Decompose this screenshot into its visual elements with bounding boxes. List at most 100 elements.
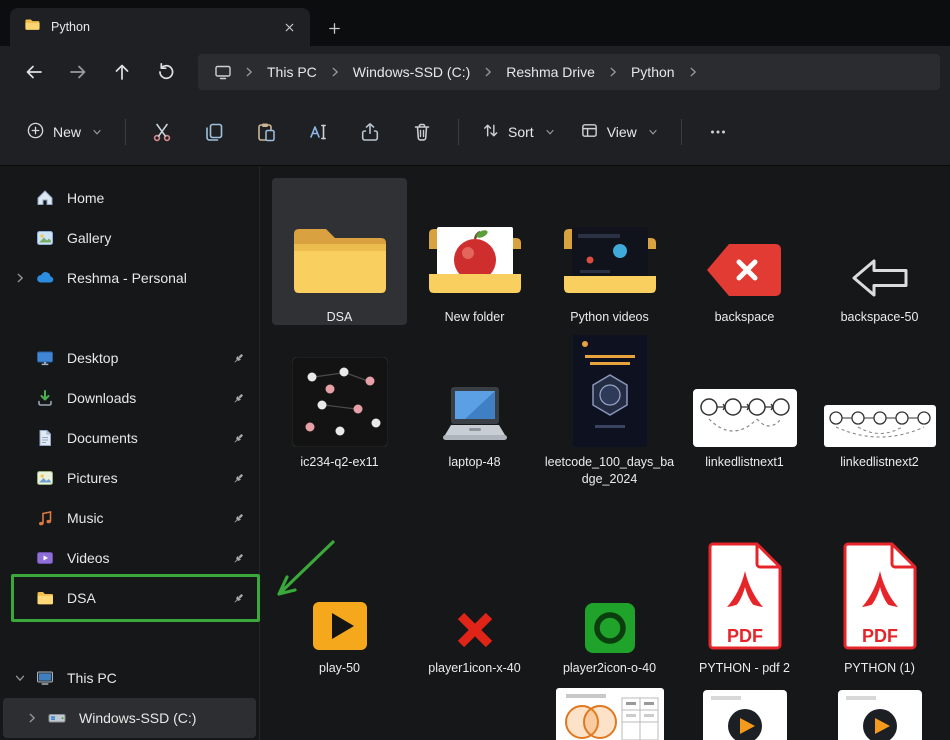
sidebar-separator <box>0 298 259 338</box>
forward-button[interactable] <box>56 53 100 91</box>
file-tile-python-videos[interactable]: Python videos <box>542 178 677 325</box>
file-tile-backspace[interactable]: backspace <box>677 178 812 325</box>
copy-button[interactable] <box>191 113 237 151</box>
file-name: backspace-50 <box>839 309 921 325</box>
sidebar-item-music[interactable]: Music <box>3 498 256 538</box>
chevron-right-icon <box>326 65 344 79</box>
file-tile-ic234-q2-ex11[interactable]: ic234-q2-ex11 <box>272 335 407 487</box>
file-tile-playpage[interactable] <box>812 688 947 740</box>
diagram2-thumbnail <box>812 335 947 447</box>
file-tile-python-pdf-2[interactable]: PDFPYTHON - pdf 2 <box>677 537 812 676</box>
breadcrumb-windows-ssd-c[interactable]: Windows-SSD (C:) <box>344 60 479 84</box>
venn-thumbnail <box>542 688 677 740</box>
new-tab-button[interactable] <box>316 10 352 46</box>
file-tile-playpage[interactable] <box>677 688 812 740</box>
file-name: leetcode_100_days_badge_2024 <box>542 454 677 487</box>
file-tile-python-1[interactable]: PDF PYTHON (1) <box>812 537 947 676</box>
tab-close-button[interactable] <box>276 14 302 40</box>
paste-button[interactable] <box>243 113 289 151</box>
sort-button[interactable]: Sort <box>469 113 568 151</box>
sort-button-label: Sort <box>508 124 534 140</box>
arrow-left-thumbnail <box>812 178 947 302</box>
new-button-label: New <box>53 124 81 140</box>
refresh-button[interactable] <box>144 53 188 91</box>
breadcrumb: This PC Windows-SSD (C:) Reshma Drive Pytho… <box>198 54 940 90</box>
sidebar-item-videos[interactable]: Videos <box>3 538 256 578</box>
file-tile-backspace-50[interactable]: backspace-50 <box>812 178 947 325</box>
file-tile-dsa[interactable]: DSA <box>272 178 407 325</box>
sidebar-item-label: Music <box>67 510 231 526</box>
file-tile-leetcode-100-days-badge-2024[interactable]: leetcode_100_days_badge_2024 <box>542 335 677 487</box>
sidebar-item-label: Pictures <box>67 470 231 486</box>
sidebar-item-label: Desktop <box>67 350 231 366</box>
pin-icon <box>231 551 246 566</box>
sidebar-item-dsa[interactable]: DSA <box>3 578 256 618</box>
file-tile-linkedlistnext2[interactable]: linkedlistnext2 <box>812 335 947 487</box>
svg-text:PDF: PDF <box>862 626 898 646</box>
sidebar-item-reshma-personal[interactable]: Reshma - Personal <box>3 258 256 298</box>
file-name: New folder <box>443 309 507 325</box>
file-tile-linkedlistnext1[interactable]: linkedlistnext1 <box>677 335 812 487</box>
sidebar-item-gallery[interactable]: Gallery <box>3 218 256 258</box>
sidebar-item-windows-ssd-c[interactable]: Windows-SSD (C:) <box>3 698 256 738</box>
pictures-icon <box>35 468 57 488</box>
chevron-down-icon[interactable] <box>13 671 35 685</box>
file-tile-player2icon-o-40[interactable]: player2icon-o-40 <box>542 537 677 676</box>
sidebar-item-downloads[interactable]: Downloads <box>3 378 256 418</box>
sidebar-item-this-pc[interactable]: This PC <box>3 658 256 698</box>
badge-thumbnail <box>542 335 677 447</box>
command-toolbar: New Sort View <box>0 98 950 166</box>
cloud-icon <box>35 268 57 288</box>
folder-apple-thumbnail <box>407 178 542 302</box>
grid-row: DSA New folder Python videosbackspace backs… <box>272 178 950 325</box>
sidebar-item-documents[interactable]: Documents <box>3 418 256 458</box>
share-button[interactable] <box>347 113 393 151</box>
breadcrumb-python[interactable]: Python <box>622 60 684 84</box>
folder-icon <box>24 17 41 37</box>
more-options-button[interactable] <box>695 113 741 151</box>
file-name: ic234-q2-ex11 <box>298 454 380 470</box>
downloads-icon <box>35 388 57 408</box>
file-tile-player1icon-x-40[interactable]: player1icon-x-40 <box>407 537 542 676</box>
new-button[interactable]: New <box>14 113 115 151</box>
back-button[interactable] <box>12 53 56 91</box>
sidebar-item-label: Downloads <box>67 390 231 406</box>
grid-row: play-50player1icon-x-40player2icon-o-40P… <box>272 537 950 676</box>
file-tile-venn[interactable] <box>542 688 677 740</box>
chevron-down-icon <box>647 126 659 138</box>
breadcrumb-this-pc[interactable]: This PC <box>258 60 326 84</box>
breadcrumb-reshma-drive[interactable]: Reshma Drive <box>497 60 604 84</box>
documents-icon <box>35 428 57 448</box>
chevron-right-icon[interactable] <box>25 711 47 725</box>
chevron-right-icon[interactable] <box>13 271 35 285</box>
main-area: HomeGalleryReshma - Personal Desktop Downl… <box>0 166 950 740</box>
sidebar-item-desktop[interactable]: Desktop <box>3 338 256 378</box>
file-name: DSA <box>325 309 355 325</box>
play-thumbnail <box>272 537 407 653</box>
file-name: play-50 <box>317 660 362 676</box>
sidebar-item-label: Videos <box>67 550 231 566</box>
sidebar-item-label: Windows-SSD (C:) <box>79 710 246 726</box>
view-button[interactable]: View <box>568 113 671 151</box>
gallery-icon <box>35 228 57 248</box>
grid-row: ic234-q2-ex11 laptop-48leetcode_100_days_… <box>272 335 950 487</box>
file-tile-play-50[interactable]: play-50 <box>272 537 407 676</box>
file-name: player1icon-x-40 <box>426 660 522 676</box>
up-button[interactable] <box>100 53 144 91</box>
rename-button[interactable] <box>295 113 341 151</box>
file-tile-new-folder[interactable]: New folder <box>407 178 542 325</box>
navigation-bar: This PC Windows-SSD (C:) Reshma Drive Pytho… <box>0 46 950 98</box>
sidebar-item-label: Documents <box>67 430 231 446</box>
view-button-label: View <box>607 124 637 140</box>
tab-python[interactable]: Python <box>10 8 310 46</box>
file-grid: DSA New folder Python videosbackspace backs… <box>260 166 950 740</box>
tab-title: Python <box>51 20 266 34</box>
delete-button[interactable] <box>399 113 445 151</box>
sidebar-item-home[interactable]: Home <box>3 178 256 218</box>
file-name: PYTHON (1) <box>842 660 917 676</box>
file-tile-laptop-48[interactable]: laptop-48 <box>407 335 542 487</box>
music-icon <box>35 508 57 528</box>
dots-dark-thumbnail <box>272 335 407 447</box>
sidebar-item-pictures[interactable]: Pictures <box>3 458 256 498</box>
cut-button[interactable] <box>139 113 185 151</box>
